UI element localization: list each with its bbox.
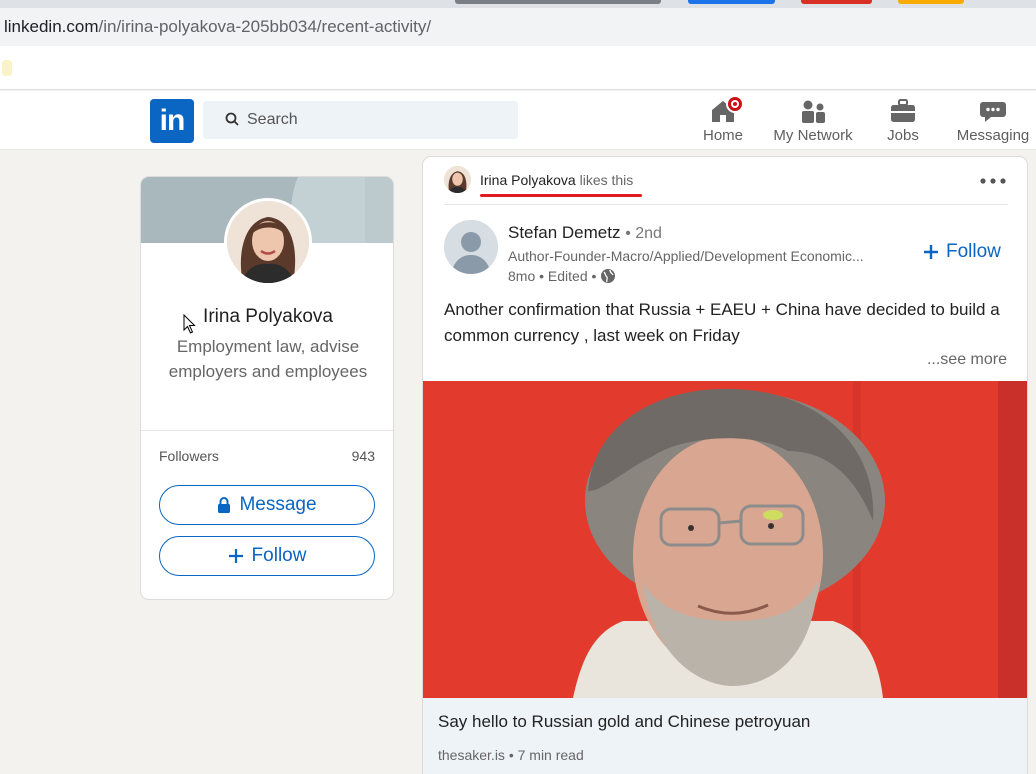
activity-person-name[interactable]: Irina Polyakova <box>480 172 576 188</box>
plus-icon <box>228 549 243 563</box>
briefcase-icon <box>889 98 917 124</box>
url-path: /in/irina-polyakova-205bb034/recent-acti… <box>98 17 432 36</box>
nav-item-home[interactable]: Home <box>700 95 746 147</box>
nav-item-my-network[interactable]: My Network <box>770 95 856 147</box>
profile-name[interactable]: Irina Polyakova <box>141 306 393 328</box>
search-icon <box>225 112 239 126</box>
follow-profile-button[interactable]: Follow <box>159 536 375 576</box>
more-options-icon[interactable] <box>979 174 1007 188</box>
bookmarks-bar <box>0 46 1036 90</box>
activity-action: likes this <box>579 172 634 188</box>
nav-label: My Network <box>773 127 853 144</box>
feed-post-card: Irina Polyakova likes this Stefan Demetz… <box>422 156 1028 774</box>
top-navigation: in Home My Network Jobs Messaging <box>0 91 1036 150</box>
profile-card: Irina Polyakova Employment law, advise e… <box>140 176 394 600</box>
nav-item-jobs[interactable]: Jobs <box>884 95 922 147</box>
follow-author-button[interactable]: Follow <box>923 241 1001 263</box>
profile-headline: Employment law, advise employers and emp… <box>168 337 368 381</box>
followers-label: Followers <box>159 448 219 464</box>
bookmark-item[interactable] <box>2 60 12 76</box>
connection-degree: • 2nd <box>625 225 662 242</box>
nav-item-messaging[interactable]: Messaging <box>956 95 1030 147</box>
messaging-icon <box>979 98 1007 124</box>
network-icon <box>799 98 827 124</box>
message-button-label: Message <box>239 494 317 515</box>
activity-header: Irina Polyakova likes this <box>423 157 1027 205</box>
follow-author-label: Follow <box>946 241 1001 262</box>
link-title[interactable]: Say hello to Russian gold and Chinese pe… <box>438 712 810 732</box>
link-source: thesaker.is • 7 min read <box>438 747 584 763</box>
search-input[interactable] <box>247 107 507 133</box>
author-line: Stefan Demetz • 2nd <box>508 223 662 243</box>
tab-indicator[interactable] <box>898 0 964 4</box>
linkedin-logo[interactable]: in <box>150 99 194 143</box>
tab-indicator[interactable] <box>455 0 661 4</box>
url-host: linkedin.com <box>4 17 99 36</box>
post-body-text: Another confirmation that Russia + EAEU … <box>444 300 1000 345</box>
lock-icon <box>218 497 231 513</box>
tab-indicator[interactable] <box>801 0 872 4</box>
nav-label: Jobs <box>887 127 919 144</box>
home-icon <box>709 95 744 124</box>
message-button[interactable]: Message <box>159 485 375 525</box>
tab-indicator[interactable] <box>688 0 775 4</box>
link-preview[interactable]: Say hello to Russian gold and Chinese pe… <box>423 698 1027 774</box>
activity-avatar[interactable] <box>444 166 471 193</box>
browser-tab-strip <box>0 0 1036 8</box>
nav-label: Messaging <box>956 127 1030 144</box>
annotation-underline <box>480 194 642 197</box>
activity-text: Irina Polyakova likes this <box>480 172 633 188</box>
plus-icon <box>924 245 938 259</box>
divider <box>141 430 393 431</box>
follow-button-label: Follow <box>251 545 307 566</box>
mouse-cursor-icon <box>183 314 196 334</box>
notification-badge <box>726 95 744 113</box>
post-time-text: 8mo • Edited • <box>508 268 597 284</box>
author-avatar[interactable] <box>444 220 498 274</box>
post-timestamp: 8mo • Edited • <box>508 268 616 284</box>
globe-icon <box>601 269 616 283</box>
search-box[interactable] <box>203 101 518 139</box>
see-more-link[interactable]: ...see more <box>927 351 1007 369</box>
author-name[interactable]: Stefan Demetz <box>508 223 620 242</box>
post-image[interactable] <box>423 381 1027 698</box>
followers-count: 943 <box>351 448 375 464</box>
nav-label: Home <box>702 127 743 144</box>
divider <box>444 204 1008 205</box>
profile-avatar[interactable] <box>224 198 312 286</box>
url-text[interactable]: linkedin.com/in/irina-polyakova-205bb034… <box>4 17 431 37</box>
article-photo <box>423 381 1027 698</box>
author-headline: Author-Founder-Macro/Applied/Development… <box>508 248 864 264</box>
address-bar[interactable]: linkedin.com/in/irina-polyakova-205bb034… <box>0 8 1036 46</box>
